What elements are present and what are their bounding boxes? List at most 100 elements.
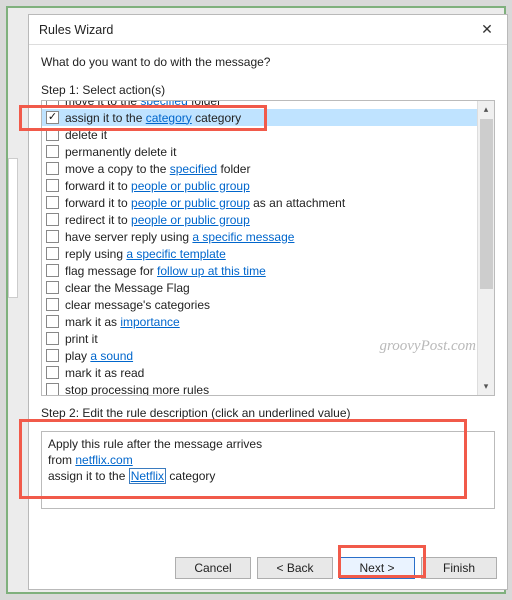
actions-list[interactable]: move it to the specified folder assign it…	[42, 101, 477, 395]
action-row[interactable]: forward it to people or public group as …	[42, 194, 477, 211]
action-link[interactable]: importance	[120, 315, 179, 329]
action-text: clear message's categories	[65, 298, 210, 312]
actions-panel: move it to the specified folder assign it…	[41, 100, 495, 396]
scroll-thumb[interactable]	[480, 119, 493, 289]
action-row[interactable]: mark it as read	[42, 364, 477, 381]
action-link[interactable]: a sound	[90, 349, 133, 363]
sender-link[interactable]: netflix.com	[75, 453, 132, 467]
action-row[interactable]: reply using a specific template	[42, 245, 477, 262]
rule-description-box: Apply this rule after the message arrive…	[41, 431, 495, 509]
action-text: folder	[188, 101, 221, 108]
action-checkbox[interactable]	[46, 298, 59, 311]
action-link[interactable]: a specific template	[126, 247, 225, 261]
action-checkbox[interactable]	[46, 196, 59, 209]
action-checkbox[interactable]	[46, 349, 59, 362]
scroll-down-button[interactable]: ▾	[478, 378, 494, 395]
action-text: mark it as read	[65, 366, 144, 380]
action-checkbox[interactable]	[46, 162, 59, 175]
action-row[interactable]: print it	[42, 330, 477, 347]
action-checkbox[interactable]	[46, 332, 59, 345]
action-label: permanently delete it	[65, 145, 176, 159]
action-link[interactable]: people or public group	[131, 196, 250, 210]
description-text: from	[48, 453, 75, 467]
next-button[interactable]: Next >	[339, 557, 415, 579]
action-label: flag message for follow up at this time	[65, 264, 266, 278]
cancel-button[interactable]: Cancel	[175, 557, 251, 579]
description-text: category	[166, 469, 215, 483]
step1-label: Step 1: Select action(s)	[41, 83, 495, 97]
action-label: assign it to the category category	[65, 111, 241, 125]
action-text: as an attachment	[250, 196, 345, 210]
action-link[interactable]: a specific message	[192, 230, 294, 244]
action-row[interactable]: play a sound	[42, 347, 477, 364]
category-link[interactable]: Netflix	[129, 468, 166, 484]
action-text: flag message for	[65, 264, 157, 278]
action-checkbox[interactable]	[46, 101, 59, 107]
action-label: reply using a specific template	[65, 247, 226, 261]
background-fragment	[8, 158, 18, 298]
action-label: play a sound	[65, 349, 133, 363]
action-link[interactable]: follow up at this time	[157, 264, 266, 278]
action-checkbox[interactable]	[46, 179, 59, 192]
back-button[interactable]: < Back	[257, 557, 333, 579]
action-link[interactable]: specified	[170, 162, 217, 176]
action-text: move it to the	[65, 101, 140, 108]
action-label: move a copy to the specified folder	[65, 162, 250, 176]
action-label: move it to the specified folder	[65, 101, 221, 108]
description-text: assign it to the	[48, 469, 129, 483]
action-row[interactable]: stop processing more rules	[42, 381, 477, 395]
description-line: Apply this rule after the message arrive…	[48, 436, 488, 452]
dialog-buttons: Cancel < Back Next > Finish	[29, 549, 507, 589]
action-checkbox[interactable]	[46, 213, 59, 226]
description-line: assign it to the Netflix category	[48, 468, 488, 484]
action-label: delete it	[65, 128, 107, 142]
close-button[interactable]: ✕	[467, 15, 507, 44]
action-checkbox[interactable]	[46, 247, 59, 260]
finish-button[interactable]: Finish	[421, 557, 497, 579]
action-text: redirect it to	[65, 213, 131, 227]
action-row[interactable]: have server reply using a specific messa…	[42, 228, 477, 245]
prompt-text: What do you want to do with the message?	[41, 55, 495, 69]
action-text: move a copy to the	[65, 162, 170, 176]
action-checkbox[interactable]	[46, 230, 59, 243]
chevron-down-icon: ▾	[484, 381, 489, 392]
action-row[interactable]: permanently delete it	[42, 143, 477, 160]
action-label: stop processing more rules	[65, 383, 209, 396]
action-checkbox[interactable]	[46, 281, 59, 294]
action-text: print it	[65, 332, 98, 346]
action-checkbox[interactable]	[46, 264, 59, 277]
action-row[interactable]: forward it to people or public group	[42, 177, 477, 194]
action-row[interactable]: move a copy to the specified folder	[42, 160, 477, 177]
scroll-up-button[interactable]: ▴	[478, 101, 494, 118]
action-link[interactable]: specified	[140, 101, 187, 108]
action-row[interactable]: move it to the specified folder	[42, 101, 477, 109]
action-checkbox[interactable]	[46, 128, 59, 141]
rules-wizard-dialog: Rules Wizard ✕ What do you want to do wi…	[28, 14, 508, 590]
action-row[interactable]: clear message's categories	[42, 296, 477, 313]
action-link[interactable]: people or public group	[131, 179, 250, 193]
action-checkbox[interactable]	[46, 111, 59, 124]
action-link[interactable]: category	[146, 111, 192, 125]
action-row[interactable]: clear the Message Flag	[42, 279, 477, 296]
action-checkbox[interactable]	[46, 383, 59, 395]
action-label: forward it to people or public group as …	[65, 196, 345, 210]
action-text: reply using	[65, 247, 126, 261]
action-row[interactable]: mark it as importance	[42, 313, 477, 330]
action-text: category	[192, 111, 241, 125]
action-link[interactable]: people or public group	[131, 213, 250, 227]
action-text: play	[65, 349, 90, 363]
action-row[interactable]: assign it to the category category	[42, 109, 477, 126]
dialog-content: What do you want to do with the message?…	[29, 45, 507, 549]
action-label: clear message's categories	[65, 298, 210, 312]
action-text: forward it to	[65, 179, 131, 193]
action-row[interactable]: delete it	[42, 126, 477, 143]
action-row[interactable]: redirect it to people or public group	[42, 211, 477, 228]
action-text: have server reply using	[65, 230, 192, 244]
action-label: mark it as importance	[65, 315, 180, 329]
action-row[interactable]: flag message for follow up at this time	[42, 262, 477, 279]
action-checkbox[interactable]	[46, 315, 59, 328]
action-checkbox[interactable]	[46, 366, 59, 379]
action-checkbox[interactable]	[46, 145, 59, 158]
screenshot-frame: Rules Wizard ✕ What do you want to do wi…	[6, 6, 506, 594]
action-text: delete it	[65, 128, 107, 142]
